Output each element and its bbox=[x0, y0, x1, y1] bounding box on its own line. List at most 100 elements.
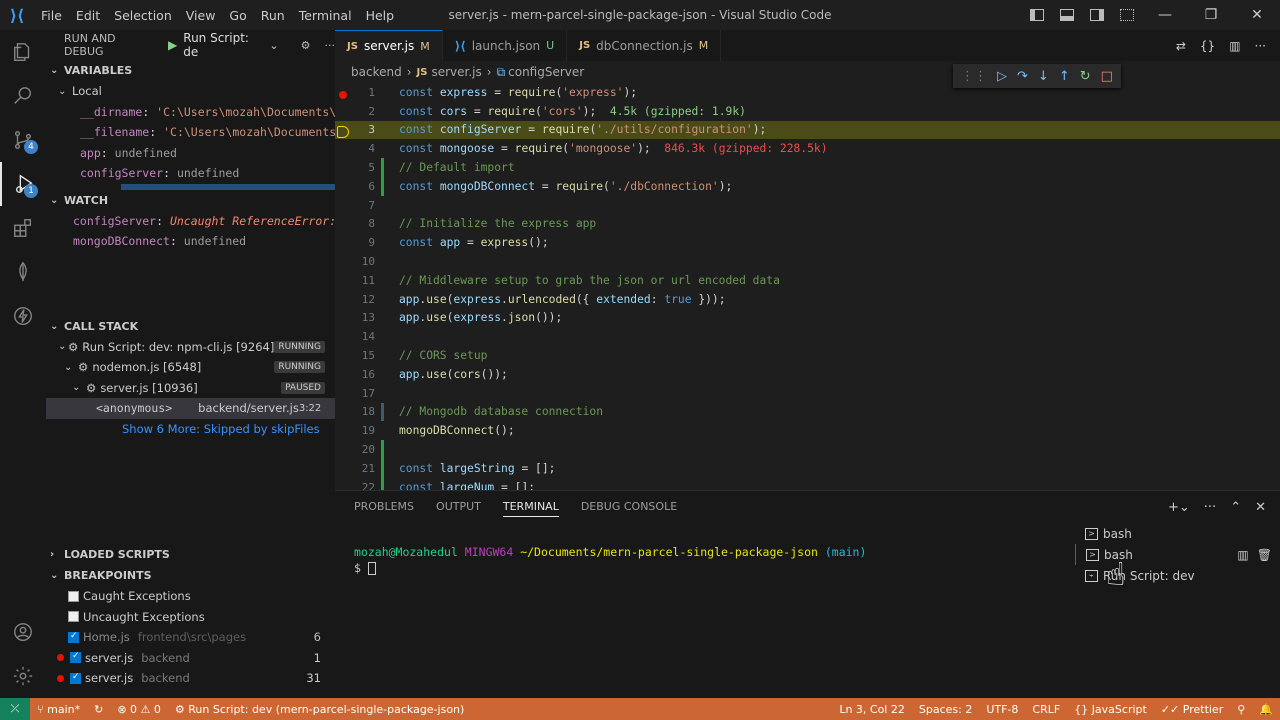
tab-terminal[interactable]: TERMINAL bbox=[502, 497, 559, 517]
problems-indicator[interactable]: ⊗ 0 ⚠ 0 bbox=[117, 703, 161, 716]
menu-edit[interactable]: Edit bbox=[69, 8, 107, 23]
toggle-panel-icon[interactable] bbox=[1060, 9, 1074, 21]
watch-row[interactable]: configServer: Uncaught ReferenceError:… bbox=[46, 211, 335, 232]
end-of-line[interactable]: CRLF bbox=[1032, 703, 1060, 716]
breadcrumb-folder[interactable]: backend bbox=[351, 65, 402, 79]
live-share-icon[interactable]: ⚲ bbox=[1237, 703, 1245, 716]
breakpoint-row[interactable]: Home.js frontend\src\pages 6 bbox=[46, 627, 335, 648]
toggle-primary-sidebar-icon[interactable] bbox=[1030, 9, 1044, 21]
menu-terminal[interactable]: Terminal bbox=[292, 8, 359, 23]
encoding[interactable]: UTF-8 bbox=[986, 703, 1018, 716]
search-icon[interactable] bbox=[0, 74, 46, 118]
json-braces-icon[interactable]: {} bbox=[1200, 39, 1215, 53]
breakpoint-checkbox[interactable] bbox=[70, 672, 81, 684]
close-window-button[interactable]: ✕ bbox=[1234, 7, 1280, 23]
breadcrumb-symbol[interactable]: configServer bbox=[508, 65, 584, 79]
prettier-indicator[interactable]: ✓✓ Prettier bbox=[1161, 703, 1223, 716]
call-stack-session[interactable]: ⌄ ⚙ server.js [10936] PAUSED bbox=[46, 378, 335, 399]
indentation[interactable]: Spaces: 2 bbox=[919, 703, 972, 716]
menu-run[interactable]: Run bbox=[254, 8, 292, 23]
step-out-icon[interactable]: ↑ bbox=[1059, 69, 1070, 84]
stack-frame[interactable]: <anonymous> backend/server.js 3:22 bbox=[46, 398, 335, 419]
variable-row[interactable]: __filename: 'C:\Users\mozah\Documents… bbox=[46, 122, 335, 143]
menu-selection[interactable]: Selection bbox=[107, 8, 179, 23]
mongodb-leaf-icon[interactable] bbox=[0, 250, 46, 294]
tab-debug-console[interactable]: DEBUG CONSOLE bbox=[581, 497, 677, 517]
breadcrumb-file[interactable]: server.js bbox=[431, 65, 481, 79]
new-terminal-icon[interactable]: +⌄ bbox=[1168, 500, 1190, 515]
breakpoint-row[interactable]: Uncaught Exceptions bbox=[46, 607, 335, 628]
manage-gear-icon[interactable] bbox=[0, 654, 46, 698]
run-debug-icon[interactable]: 1 bbox=[0, 162, 46, 206]
menu-go[interactable]: Go bbox=[222, 8, 253, 23]
restart-icon[interactable]: ↻ bbox=[1080, 69, 1091, 84]
menu-view[interactable]: View bbox=[179, 8, 223, 23]
breakpoint-checkbox[interactable] bbox=[68, 590, 79, 602]
step-into-icon[interactable]: ↓ bbox=[1038, 69, 1049, 84]
split-terminal-icon[interactable]: ▥ bbox=[1237, 548, 1248, 562]
remote-indicator-icon[interactable]: ⤫ bbox=[0, 698, 30, 720]
tab-dbconnection-js[interactable]: JS dbConnection.js M bbox=[567, 30, 722, 61]
cursor-position[interactable]: Ln 3, Col 22 bbox=[839, 703, 905, 716]
variables-section[interactable]: ⌄ VARIABLES bbox=[46, 60, 335, 81]
language-mode[interactable]: {} JavaScript bbox=[1074, 703, 1147, 716]
breakpoint-checkbox[interactable] bbox=[68, 631, 79, 643]
step-over-icon[interactable]: ↷ bbox=[1017, 69, 1028, 84]
code-editor[interactable]: 1 const express = require('express'); 2 co… bbox=[335, 83, 1280, 490]
show-more-frames-link[interactable]: Show 6 More: Skipped by skipFiles bbox=[46, 419, 335, 440]
debug-session-indicator[interactable]: ⚙ Run Script: dev (mern-parcel-single-pa… bbox=[175, 703, 464, 716]
tab-output[interactable]: OUTPUT bbox=[436, 497, 481, 517]
local-scope[interactable]: ⌄ Local bbox=[46, 81, 335, 102]
call-stack-section[interactable]: ⌄ CALL STACK bbox=[46, 316, 335, 337]
tab-launch-json[interactable]: ⟩⟨ launch.json U bbox=[443, 30, 568, 61]
breakpoint-row[interactable]: server.js backend 31 bbox=[46, 668, 335, 689]
terminal-item[interactable]: > bash bbox=[1075, 523, 1280, 544]
minimize-button[interactable]: — bbox=[1142, 7, 1188, 23]
watch-row[interactable]: mongoDBConnect: undefined bbox=[46, 231, 335, 252]
terminal-output[interactable]: mozah@Mozahedul MINGW64 ~/Documents/mern… bbox=[354, 545, 866, 575]
continue-icon[interactable]: ▷ bbox=[997, 69, 1007, 84]
loaded-scripts-section[interactable]: › LOADED SCRIPTS bbox=[46, 544, 335, 565]
close-panel-icon[interactable]: ✕ bbox=[1255, 500, 1266, 515]
toggle-secondary-sidebar-icon[interactable] bbox=[1090, 9, 1104, 21]
breakpoint-row[interactable]: server.js backend 1 bbox=[46, 648, 335, 669]
chevron-down-icon[interactable]: ⌄ bbox=[269, 39, 278, 52]
call-stack-session[interactable]: ⌄ ⚙ nodemon.js [6548] RUNNING bbox=[46, 357, 335, 378]
breakpoint-checkbox[interactable] bbox=[70, 651, 81, 664]
variable-row[interactable]: configServer: undefined bbox=[46, 163, 335, 184]
explorer-icon[interactable] bbox=[0, 30, 46, 74]
more-actions-icon[interactable]: ··· bbox=[325, 39, 336, 52]
open-launch-json-gear-icon[interactable]: ⚙ bbox=[301, 39, 311, 52]
branch-indicator[interactable]: ⑂ main* bbox=[37, 703, 80, 716]
tab-problems[interactable]: PROBLEMS bbox=[354, 497, 414, 517]
start-debugging-icon[interactable]: ▶ bbox=[168, 38, 177, 52]
call-stack-session[interactable]: ⌄ ⚙ Run Script: dev: npm-cli.js [9264] RUNN… bbox=[46, 337, 335, 358]
notifications-bell-icon[interactable]: 🔔 bbox=[1259, 703, 1273, 716]
source-control-icon[interactable]: 4 bbox=[0, 118, 46, 162]
maximize-panel-icon[interactable]: ⌃ bbox=[1230, 500, 1241, 515]
open-changes-icon[interactable]: ⇄ bbox=[1176, 39, 1186, 53]
tab-server-js[interactable]: JS server.js M bbox=[335, 30, 443, 61]
drag-handle-icon[interactable]: ⋮⋮ bbox=[961, 69, 987, 84]
stop-icon[interactable]: □ bbox=[1101, 69, 1113, 84]
sync-icon[interactable]: ↻ bbox=[94, 703, 103, 716]
more-actions-icon[interactable]: ··· bbox=[1255, 39, 1266, 53]
maximize-button[interactable]: ❐ bbox=[1188, 7, 1234, 23]
variable-row[interactable]: __dirname: 'C:\Users\mozah\Documents\… bbox=[46, 102, 335, 123]
menu-file[interactable]: File bbox=[34, 8, 69, 23]
extensions-icon[interactable] bbox=[0, 206, 46, 250]
breakpoint-row[interactable]: Caught Exceptions bbox=[46, 586, 335, 607]
variable-row[interactable]: app: undefined bbox=[46, 143, 335, 164]
customize-layout-icon[interactable] bbox=[1120, 9, 1134, 21]
split-editor-icon[interactable]: ▥ bbox=[1229, 39, 1240, 53]
watch-section[interactable]: ⌄ WATCH bbox=[46, 190, 335, 211]
kill-terminal-icon[interactable]: 🗑 bbox=[1257, 548, 1272, 562]
code-line: 14 bbox=[335, 327, 1280, 346]
more-actions-icon[interactable]: ··· bbox=[1204, 500, 1216, 515]
account-icon[interactable] bbox=[0, 610, 46, 654]
launch-config-select[interactable]: Run Script: de bbox=[183, 31, 265, 59]
breakpoint-checkbox[interactable] bbox=[68, 611, 79, 623]
thunder-client-icon[interactable] bbox=[0, 294, 46, 338]
menu-help[interactable]: Help bbox=[359, 8, 402, 23]
breakpoints-section[interactable]: ⌄ BREAKPOINTS bbox=[46, 565, 335, 586]
